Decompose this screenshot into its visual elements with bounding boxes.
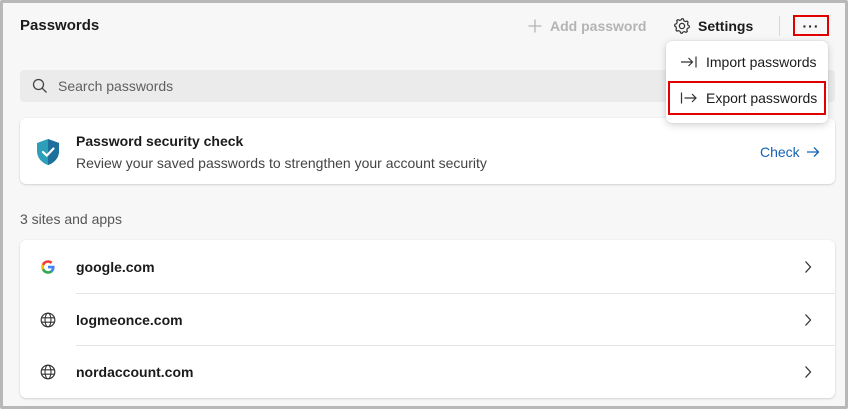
export-passwords-menu-item[interactable]: Export passwords (668, 81, 826, 115)
check-button[interactable]: Check (760, 144, 820, 160)
page-title: Passwords (20, 17, 100, 34)
add-password-label: Add password (550, 18, 647, 34)
search-input[interactable] (58, 78, 658, 94)
check-label: Check (760, 144, 800, 160)
security-check-description: Review your saved passwords to strengthe… (76, 155, 487, 171)
menu-item-label: Export passwords (706, 90, 818, 106)
site-row-logmeonce[interactable]: logmeonce.com (20, 294, 835, 346)
menu-item-label: Import passwords (706, 54, 817, 70)
chevron-right-icon (805, 366, 812, 378)
more-options-menu: Import passwords Export passwords (666, 41, 828, 123)
globe-icon (40, 364, 56, 380)
passwords-page: Passwords Add password Settings ··· Pass… (0, 0, 848, 409)
site-row-google[interactable]: google.com (20, 241, 835, 293)
chevron-right-icon (805, 261, 812, 273)
site-name: google.com (76, 259, 155, 275)
sites-count-label: 3 sites and apps (20, 211, 122, 227)
import-icon (681, 56, 697, 68)
more-options-button[interactable]: ··· (793, 15, 829, 36)
security-check-title: Password security check (76, 133, 244, 149)
sites-list: google.com logmeonce.com nordaccount.com (20, 240, 835, 398)
import-passwords-menu-item[interactable]: Import passwords (668, 45, 826, 79)
toolbar-divider (779, 16, 780, 36)
globe-icon (40, 312, 56, 328)
gear-icon (674, 18, 690, 34)
more-icon: ··· (802, 17, 820, 34)
search-icon (32, 78, 47, 93)
add-password-button[interactable]: Add password (527, 16, 646, 36)
site-name: logmeonce.com (76, 312, 183, 328)
shield-check-icon (37, 139, 59, 165)
site-name: nordaccount.com (76, 364, 194, 380)
settings-button[interactable]: Settings (673, 16, 753, 36)
plus-icon (528, 19, 542, 33)
settings-label: Settings (698, 18, 754, 34)
arrow-right-icon (806, 147, 820, 157)
chevron-right-icon (805, 314, 812, 326)
password-security-check-card: Password security check Review your save… (20, 118, 835, 184)
export-icon (680, 92, 697, 104)
google-icon (41, 260, 55, 274)
site-row-nordaccount[interactable]: nordaccount.com (20, 346, 835, 398)
